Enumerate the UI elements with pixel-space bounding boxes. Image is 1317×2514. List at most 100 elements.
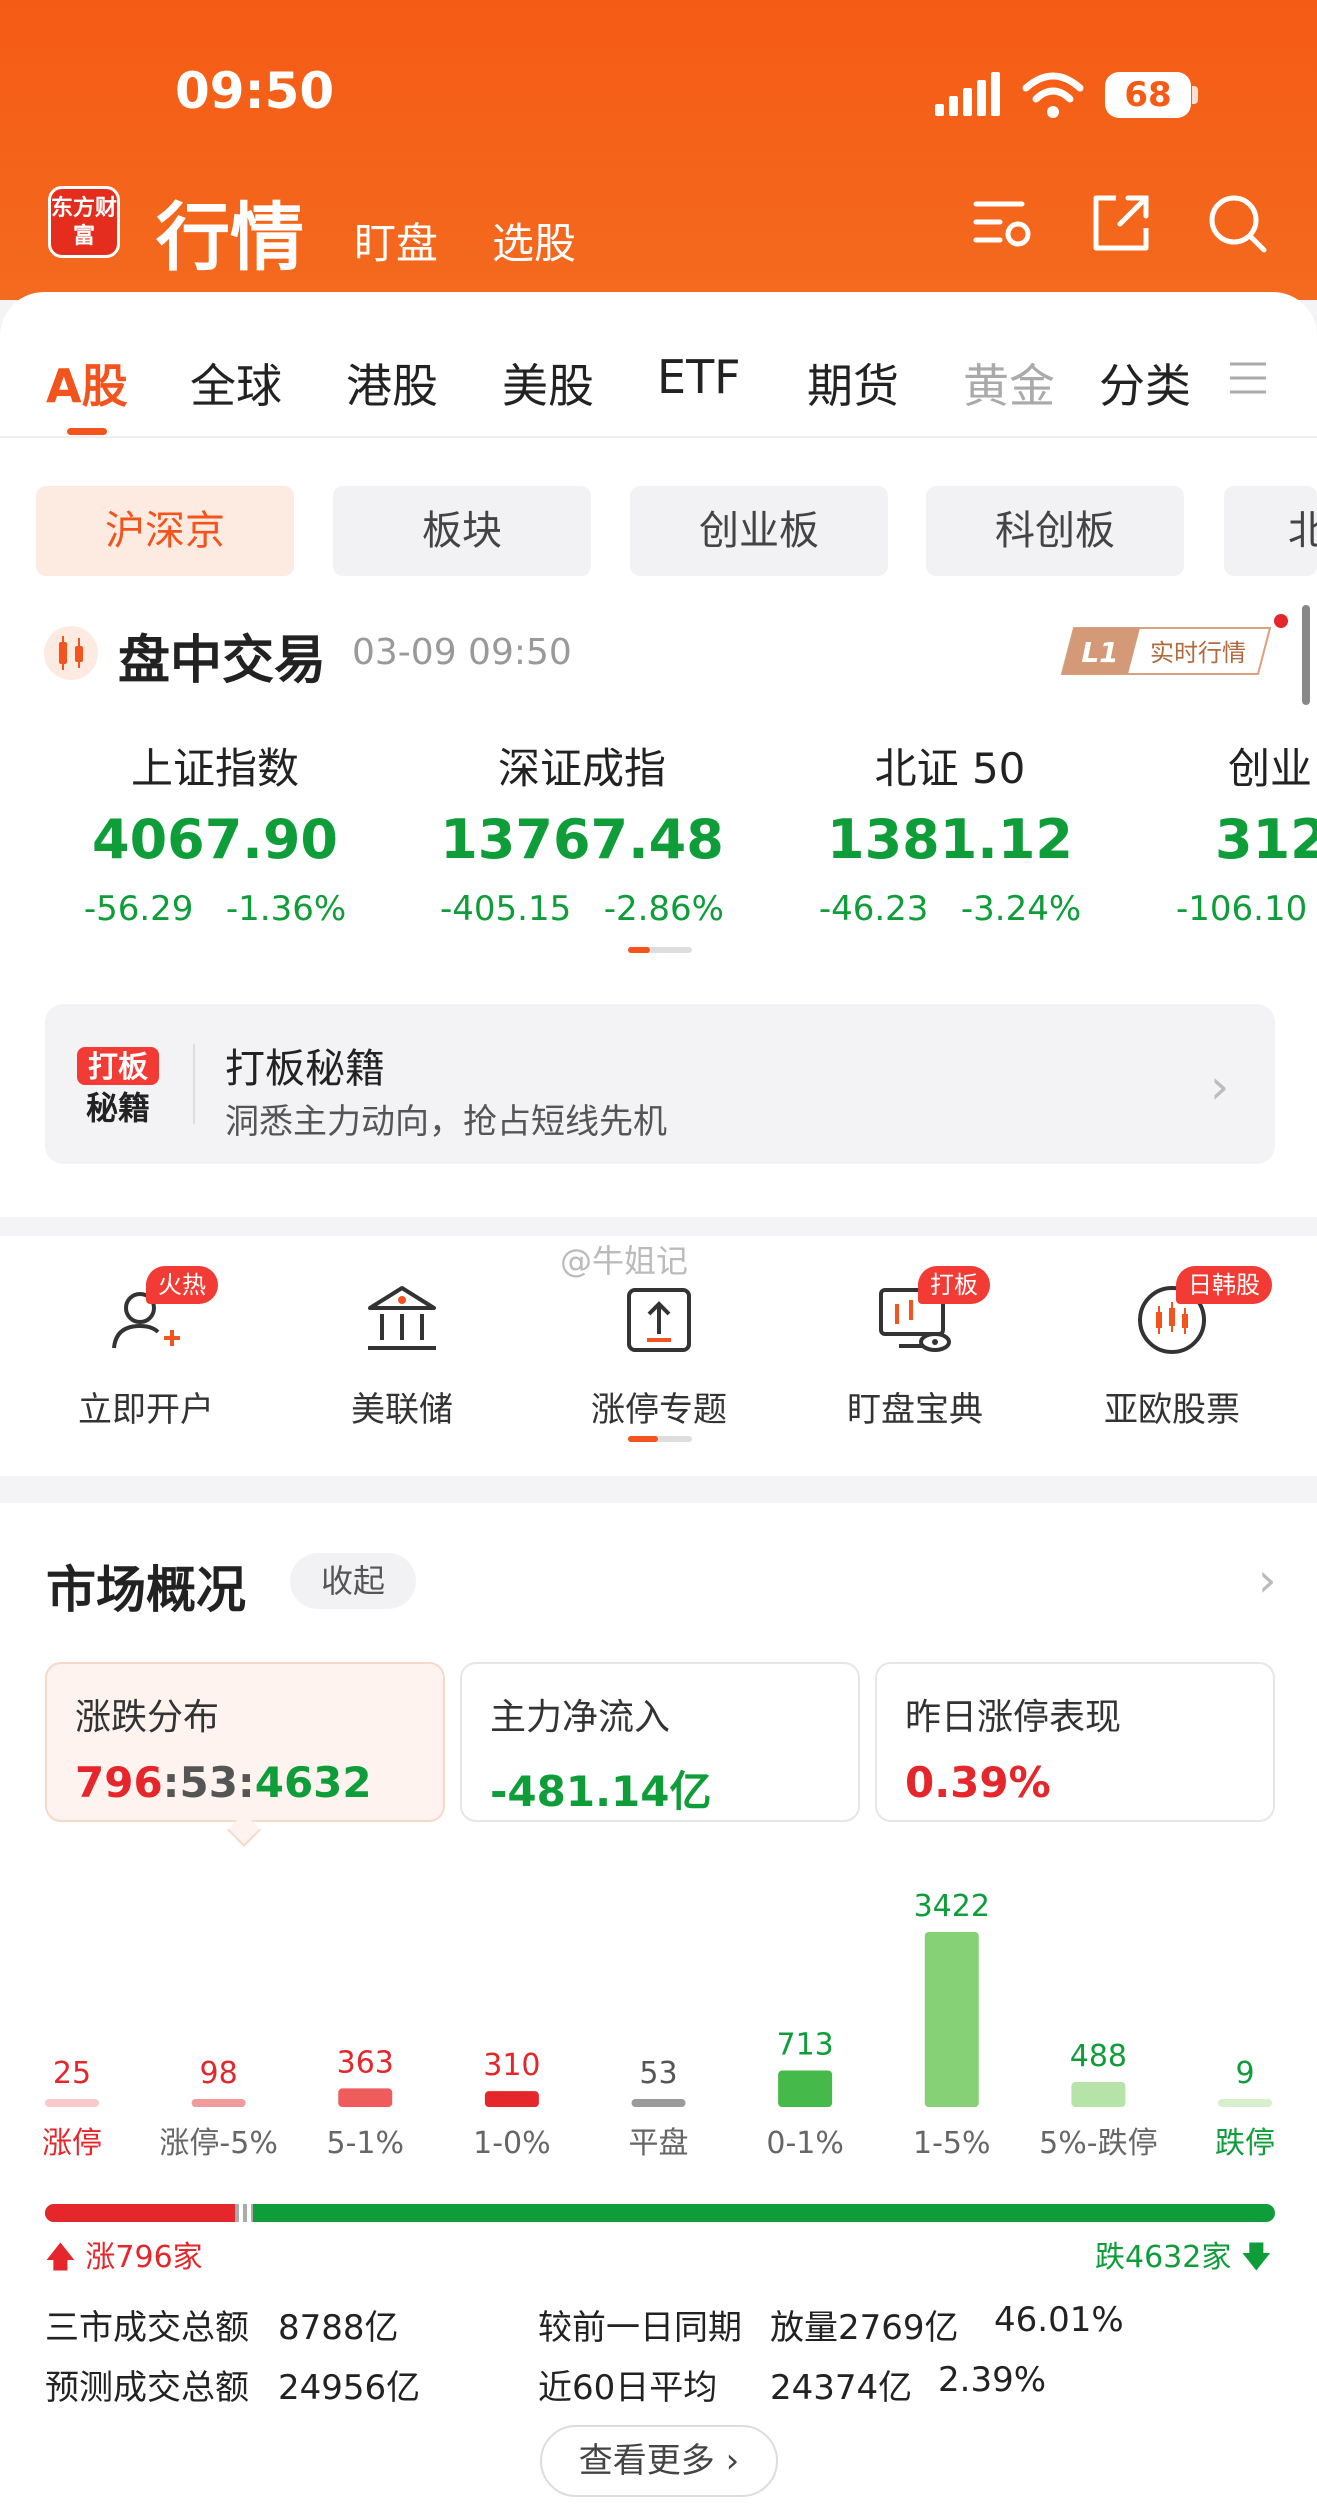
chart-category-label: 1-0%	[473, 2126, 551, 2161]
menu-icon[interactable]	[1228, 358, 1268, 398]
trading-time: 03-09 09:50	[352, 632, 572, 673]
settings-list-icon[interactable]	[970, 190, 1036, 256]
quick-limit-up[interactable]: 涨停专题	[559, 1236, 759, 1431]
chip-shsz[interactable]: 沪深京	[36, 486, 294, 576]
tab-us[interactable]: 美股	[502, 350, 594, 416]
chart-category-label: 涨停	[42, 2126, 102, 2161]
up-count: 🡅 涨796家	[45, 2240, 203, 2275]
index-price: 1381.12	[827, 808, 1073, 871]
summary-avg-pct: 2.39%	[938, 2360, 1047, 2400]
card-yesterday-limit[interactable]: 昨日涨停表现 0.39%	[875, 1662, 1275, 1822]
index-name: 创业	[1228, 744, 1313, 793]
summary-forecast-value: 24956亿	[278, 2368, 421, 2408]
quick-fed[interactable]: 美联储	[302, 1236, 502, 1431]
chart-value-label: 53	[639, 2056, 677, 2091]
chart-category-label: 0-1%	[766, 2126, 844, 2161]
quick-label: 涨停专题	[591, 1390, 727, 1430]
summary-total-label: 三市成交总额	[45, 2308, 249, 2348]
chart-bar	[484, 2091, 539, 2107]
index-price: 3123	[1215, 808, 1317, 871]
index-sh[interactable]: 上证指数 4067.90 -56.29 -1.36%	[55, 735, 375, 929]
tab-category[interactable]: 分类	[1099, 350, 1191, 416]
tab-futures[interactable]: 期货	[807, 350, 899, 416]
wifi-icon	[1022, 72, 1084, 118]
scrollbar[interactable]	[1302, 605, 1310, 705]
app-logo[interactable]: 东方财富	[48, 186, 120, 258]
chart-value-label: 3422	[914, 1889, 990, 1924]
candle-icon	[44, 626, 98, 680]
bank-icon	[368, 1286, 436, 1350]
chart-value-label: 713	[776, 2028, 833, 2063]
collapse-button[interactable]: 收起	[290, 1553, 416, 1609]
realtime-badge[interactable]: L1 实时行情	[1060, 626, 1274, 676]
chip-chinext[interactable]: 创业板	[630, 486, 888, 576]
quick-open-account[interactable]: 立即开户	[46, 1236, 246, 1431]
index-change: -46.23 -3.24%	[818, 889, 1082, 929]
chevron-right-icon: ›	[1210, 1059, 1230, 1115]
quick-watch-guide[interactable]: 盯盘宝典	[815, 1236, 1015, 1431]
summary-compare-label: 较前一日同期	[538, 2308, 742, 2348]
promo-separator	[193, 1044, 195, 1124]
card-distribution[interactable]: 涨跌分布 796:53:4632	[45, 1662, 445, 1822]
index-change: -56.29 -1.36%	[83, 889, 347, 929]
promo-subtitle: 洞悉主力动向，抢占短线先机	[225, 1102, 667, 1142]
chart-bar	[45, 2099, 99, 2107]
index-sz[interactable]: 深证成指 13767.48 -405.15 -2.86%	[422, 735, 742, 929]
tab-gold[interactable]: 黄金	[963, 350, 1055, 416]
index-change: -106.10	[1176, 889, 1308, 929]
header-link-watch[interactable]: 盯盘	[354, 210, 438, 271]
down-count: 跌4632家 🡇	[1095, 2240, 1272, 2275]
index-price: 13767.48	[440, 808, 724, 871]
view-more-button[interactable]: 查看更多 ›	[540, 2425, 778, 2497]
page-title: 行情	[156, 195, 304, 281]
chip-sector[interactable]: 板块	[333, 486, 591, 576]
tab-a-shares[interactable]: A股	[46, 350, 128, 416]
tab-etf[interactable]: ETF	[657, 350, 741, 404]
chart-category-label: 1-5%	[913, 2126, 991, 2161]
index-bj50[interactable]: 北证 50 1381.12 -46.23 -3.24%	[790, 735, 1110, 929]
distribution-chart: 25 涨停 98 涨停-5% 363 5-1% 310 1-0% 53 平盘 713 0-1% 3422…	[42, 1889, 1275, 2161]
header-link-picker[interactable]: 选股	[492, 210, 576, 271]
promo-logo: 打板 秘籍	[77, 1047, 159, 1127]
card-value: 0.39%	[905, 1758, 1051, 1807]
ratio-flat-segment	[235, 2204, 253, 2222]
chart-category-label: 5%-跌停	[1039, 2126, 1157, 2161]
card-title: 主力净流入	[490, 1697, 671, 1738]
signal-icon	[935, 72, 1000, 116]
tab-hk[interactable]: 港股	[346, 350, 438, 416]
tab-active-indicator	[67, 428, 107, 435]
chart-value-label: 310	[483, 2048, 540, 2083]
status-time: 09:50	[175, 62, 335, 120]
chart-value-label: 25	[53, 2056, 91, 2091]
index-change: -405.15 -2.86%	[440, 889, 724, 929]
chart-bar	[1071, 2082, 1126, 2107]
index-name: 上证指数	[130, 744, 299, 793]
trading-title: 盘中交易	[118, 631, 327, 691]
summary-forecast-label: 预测成交总额	[45, 2368, 249, 2408]
index-name: 深证成指	[497, 744, 666, 793]
hot-badge: 火热	[146, 1266, 218, 1304]
chart-value-label: 488	[1070, 2039, 1127, 2074]
tab-global[interactable]: 全球	[190, 350, 282, 416]
quick-pager	[628, 1436, 692, 1442]
quick-label: 盯盘宝典	[847, 1390, 983, 1430]
daban-badge: 打板	[918, 1266, 990, 1304]
index-chinext[interactable]: 创业 3123 -106.10	[1168, 735, 1317, 929]
summary-avg-label: 近60日平均	[538, 2368, 718, 2408]
promo-banner[interactable]: 打板 秘籍 打板秘籍 洞悉主力动向，抢占短线先机 ›	[45, 1004, 1275, 1164]
card-main-inflow[interactable]: 主力净流入 -481.14亿	[460, 1662, 860, 1822]
chip-star[interactable]: 科创板	[926, 486, 1184, 576]
chart-bar	[191, 2099, 246, 2107]
quick-label: 立即开户	[78, 1390, 214, 1430]
search-icon[interactable]	[1204, 190, 1270, 256]
share-icon[interactable]	[1088, 190, 1154, 256]
chip-bj[interactable]: 北	[1224, 486, 1317, 576]
chart-category-label: 5-1%	[326, 2126, 404, 2161]
chevron-right-icon[interactable]: ›	[1258, 1553, 1276, 1607]
badge-realtime-text: 实时行情	[1150, 639, 1246, 667]
svg-text:打板: 打板	[88, 1050, 148, 1085]
chart-value-label: 9	[1235, 2056, 1254, 2091]
chart-category-label: 跌停	[1215, 2126, 1275, 2161]
upload-box-icon	[627, 1288, 691, 1352]
battery-icon: 68	[1105, 72, 1191, 118]
